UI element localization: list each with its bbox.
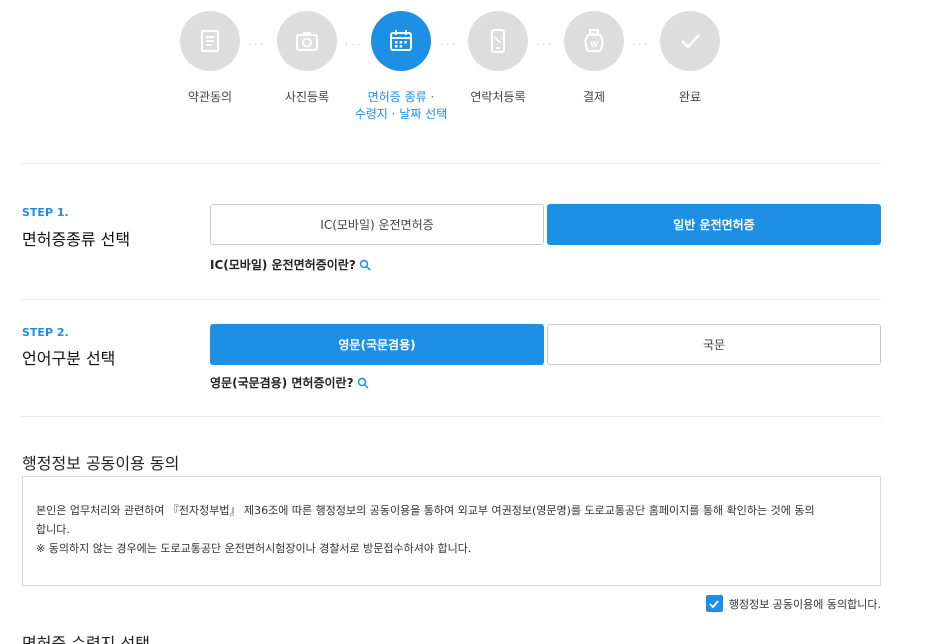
calendar-icon [390, 30, 412, 51]
korean-license-button[interactable]: 국문 [547, 324, 881, 365]
divider [21, 299, 881, 300]
step-check-circle [660, 11, 720, 71]
step-dots: ··· [536, 40, 555, 51]
svg-text:W: W [590, 40, 598, 49]
step-label: 약관동의 [187, 90, 233, 104]
divider [21, 416, 881, 417]
document-icon [201, 30, 219, 52]
divider [21, 163, 881, 164]
step-dots: ··· [632, 40, 651, 51]
notice-line: 합니다. [36, 523, 70, 536]
step-label-line1: 면허증 종류 · [367, 90, 435, 104]
step-phone-circle [468, 11, 528, 71]
step-label: 연락처등록 [470, 90, 526, 104]
step-camera-circle [277, 11, 337, 71]
phone-icon [491, 29, 505, 53]
progress-steps: ··· ··· ··· ··· W ··· 약관동의 사진등록 면허증 종류 ·… [0, 0, 936, 150]
step1-title: 면허증종류 선택 [22, 230, 131, 249]
step-money-circle: W [564, 11, 624, 71]
next-section-title: 면허증 수령지 선택 [22, 634, 150, 644]
money-bag-icon: W [584, 29, 604, 52]
search-icon [357, 377, 369, 389]
english-license-help-link[interactable]: 영문(국문겸용) 면허증이란? [210, 374, 369, 391]
help-text: 영문(국문겸용) 면허증이란? [210, 376, 354, 390]
step-label-active: 면허증 종류 · 수령지 · 날짜 선택 [346, 89, 456, 123]
step-document-circle [180, 11, 240, 71]
admin-notice-box: 본인은 업무처리와 관련하여 『전자정부법』 제36조에 따른 행정정보의 공동… [22, 476, 881, 586]
camera-icon [296, 32, 318, 51]
step-label: 완료 [678, 90, 702, 104]
step-dots: ··· [440, 40, 459, 51]
checkbox-checked[interactable] [705, 595, 723, 612]
admin-consent-checkbox[interactable]: 행정정보 공동이용에 동의합니다. [705, 595, 881, 612]
consent-label: 행정정보 공동이용에 동의합니다. [728, 597, 881, 611]
step-calendar-circle [371, 11, 431, 71]
notice-line: 본인은 업무처리와 관련하여 『전자정부법』 제36조에 따른 행정정보의 공동… [36, 504, 815, 517]
step2-title: 언어구분 선택 [22, 349, 116, 368]
admin-consent-title: 행정정보 공동이용 동의 [22, 454, 180, 473]
step-dots: ··· [248, 40, 267, 51]
step2-tag: STEP 2. [22, 326, 69, 339]
regular-license-button[interactable]: 일반 운전면허증 [547, 204, 881, 245]
search-icon [359, 259, 371, 271]
step-label: 결제 [582, 90, 606, 104]
check-icon [681, 34, 700, 49]
help-text: IC(모바일) 운전면허증이란? [210, 258, 356, 272]
notice-line: ※ 동의하지 않는 경우에는 도로교통공단 운전면허시험장이나 경찰서로 방문접… [36, 542, 472, 555]
step-label-line2: 수령지 · 날짜 선택 [354, 107, 448, 121]
check-icon [709, 599, 720, 608]
ic-license-button[interactable]: IC(모바일) 운전면허증 [210, 204, 544, 245]
step-dots: ··· [345, 40, 364, 51]
english-license-button[interactable]: 영문(국문겸용) [210, 324, 544, 365]
ic-license-help-link[interactable]: IC(모바일) 운전면허증이란? [210, 256, 371, 273]
step1-tag: STEP 1. [22, 206, 69, 219]
